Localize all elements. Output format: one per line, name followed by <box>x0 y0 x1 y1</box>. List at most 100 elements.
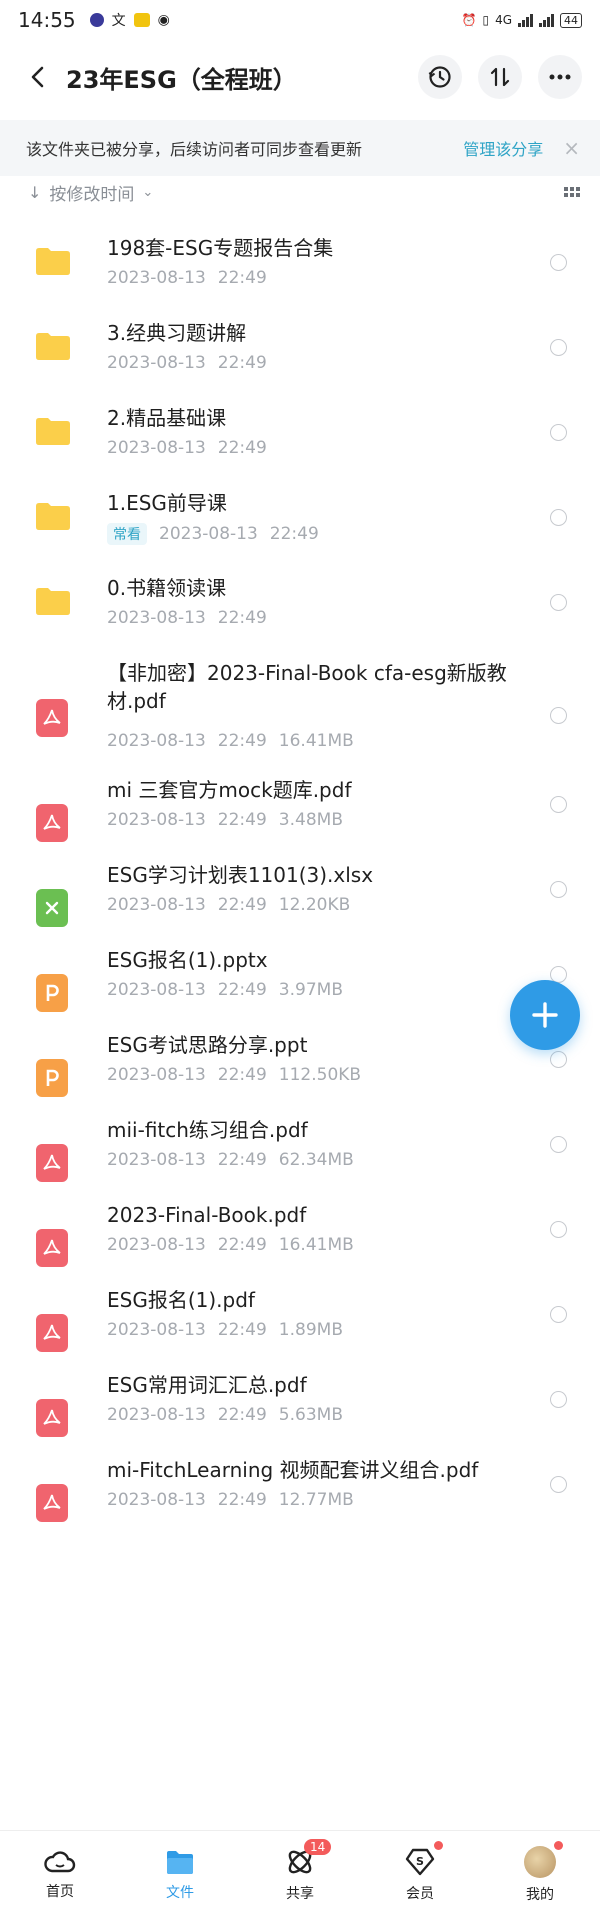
file-meta: 2023-08-13 22:49 <box>107 438 267 458</box>
app-notification-icon <box>89 13 104 27</box>
file-time: 22:49 <box>217 1235 267 1255</box>
file-row[interactable]: mi-FitchLearning 视频配套讲义组合.pdf 2023-08-13 2… <box>0 1446 600 1550</box>
pdf-icon <box>36 1144 68 1182</box>
file-name: ESG报名(1).pdf <box>107 1288 255 1312</box>
nav-share-label: 共享 <box>286 1885 314 1902</box>
sort-toggle-button[interactable] <box>478 55 522 99</box>
me-dot <box>554 1841 563 1850</box>
bottom-nav: 首页 文件 14 共享 S 会员 我的 <box>0 1830 600 1918</box>
file-time: 22:49 <box>217 438 267 458</box>
file-size: 3.48MB <box>278 810 343 830</box>
status-bar: 14:55 文 ◉ ⏰ ▯ 4G 44 <box>0 0 600 40</box>
file-meta: 2023-08-13 22:49 12.20KB <box>107 895 350 915</box>
select-radio[interactable] <box>550 1136 567 1153</box>
folder-icon <box>36 248 70 275</box>
share-banner: 该文件夹已被分享，后续访问者可同步查看更新 管理该分享 × <box>0 120 600 176</box>
file-name: ESG考试思路分享.ppt <box>107 1033 308 1057</box>
file-name: mii-fitch练习组合.pdf <box>107 1118 308 1142</box>
file-name: ESG学习计划表1101(3).xlsx <box>107 863 374 887</box>
file-name: 【非加密】2023-Final-Book cfa-esg新版教材.pdf <box>107 661 507 713</box>
select-radio[interactable] <box>550 881 567 898</box>
file-size: 5.63MB <box>278 1405 343 1425</box>
file-date: 2023-08-13 <box>107 1405 206 1425</box>
file-size: 62.34MB <box>278 1150 354 1170</box>
file-size: 1.89MB <box>278 1320 343 1340</box>
file-time: 22:49 <box>217 1150 267 1170</box>
manage-share-link[interactable]: 管理该分享 <box>463 136 543 160</box>
folder-icon <box>36 503 70 530</box>
nav-share[interactable]: 14 共享 <box>240 1831 360 1918</box>
select-radio[interactable] <box>550 1391 567 1408</box>
chevron-down-icon[interactable]: ⌄ <box>142 185 153 200</box>
folder-icon <box>36 333 70 360</box>
select-radio[interactable] <box>550 254 567 271</box>
file-name: 3.经典习题讲解 <box>107 321 247 345</box>
file-name: mi-FitchLearning 视频配套讲义组合.pdf <box>107 1458 479 1482</box>
select-radio[interactable] <box>550 424 567 441</box>
select-radio[interactable] <box>550 1306 567 1323</box>
nav-home-label: 首页 <box>46 1883 74 1900</box>
select-radio[interactable] <box>550 796 567 813</box>
file-row[interactable]: 【非加密】2023-Final-Book cfa-esg新版教材.pdf 2023… <box>0 649 600 785</box>
file-name: 0.书籍领读课 <box>107 576 227 600</box>
file-time: 22:49 <box>217 1490 267 1510</box>
folder-icon <box>167 1850 193 1874</box>
file-size: 12.77MB <box>278 1490 354 1510</box>
close-icon[interactable]: × <box>563 136 580 160</box>
vibrate-icon: ▯ <box>482 13 490 27</box>
sort-label[interactable]: 按修改时间 <box>49 180 134 205</box>
file-name: ESG常用词汇汇总.pdf <box>107 1373 307 1397</box>
battery-indicator: 44 <box>560 12 582 28</box>
svg-text:S: S <box>416 1855 424 1868</box>
ppt-icon <box>36 1059 68 1097</box>
file-size: 112.50KB <box>278 1065 362 1085</box>
file-date: 2023-08-13 <box>107 1235 206 1255</box>
select-radio[interactable] <box>550 707 567 724</box>
pdf-icon <box>36 1229 68 1267</box>
file-time: 22:49 <box>217 608 267 628</box>
folder-icon <box>36 588 70 615</box>
add-button[interactable] <box>510 980 580 1050</box>
nav-vip[interactable]: S 会员 <box>360 1831 480 1918</box>
plus-icon <box>532 1002 558 1028</box>
pdf-icon <box>36 1484 68 1522</box>
back-arrow-icon[interactable] <box>24 63 52 91</box>
file-date: 2023-08-13 <box>107 608 206 628</box>
sort-arrows-icon <box>490 67 510 87</box>
file-meta: 2023-08-13 22:49 <box>107 353 267 373</box>
network-label: 4G <box>495 13 512 27</box>
nav-files[interactable]: 文件 <box>120 1831 240 1918</box>
file-name: 198套-ESG专题报告合集 <box>107 236 334 260</box>
more-dots-icon <box>549 74 571 80</box>
signal-icon-2 <box>539 13 554 27</box>
history-button[interactable] <box>418 55 462 99</box>
nav-me[interactable]: 我的 <box>480 1831 600 1918</box>
file-date: 2023-08-13 <box>107 1150 206 1170</box>
vip-dot <box>434 1841 443 1850</box>
file-date: 2023-08-13 <box>107 1320 206 1340</box>
select-radio[interactable] <box>550 509 567 526</box>
select-radio[interactable] <box>550 1476 567 1493</box>
file-date: 2023-08-13 <box>107 1490 206 1510</box>
pdf-icon <box>36 699 68 737</box>
select-radio[interactable] <box>550 1221 567 1238</box>
pdf-icon <box>36 1314 68 1352</box>
file-date: 2023-08-13 <box>107 895 206 915</box>
grid-view-icon[interactable] <box>564 187 580 197</box>
signal-icon <box>518 13 533 27</box>
file-meta: 2023-08-13 22:49 1.89MB <box>107 1320 343 1340</box>
status-time: 14:55 <box>18 8 76 32</box>
select-radio[interactable] <box>550 594 567 611</box>
file-size: 16.41MB <box>278 731 354 751</box>
share-banner-text: 该文件夹已被分享，后续访问者可同步查看更新 <box>26 140 363 159</box>
nav-home[interactable]: 首页 <box>0 1831 120 1918</box>
select-radio[interactable] <box>550 339 567 356</box>
file-size: 12.20KB <box>278 895 351 915</box>
file-time: 22:49 <box>217 1320 267 1340</box>
xlsx-icon <box>36 889 68 927</box>
file-meta: 常看 2023-08-13 22:49 <box>107 523 319 545</box>
more-button[interactable] <box>538 55 582 99</box>
select-radio[interactable] <box>550 1051 567 1068</box>
file-name: ESG报名(1).pptx <box>107 948 268 972</box>
file-time: 22:49 <box>269 524 319 544</box>
